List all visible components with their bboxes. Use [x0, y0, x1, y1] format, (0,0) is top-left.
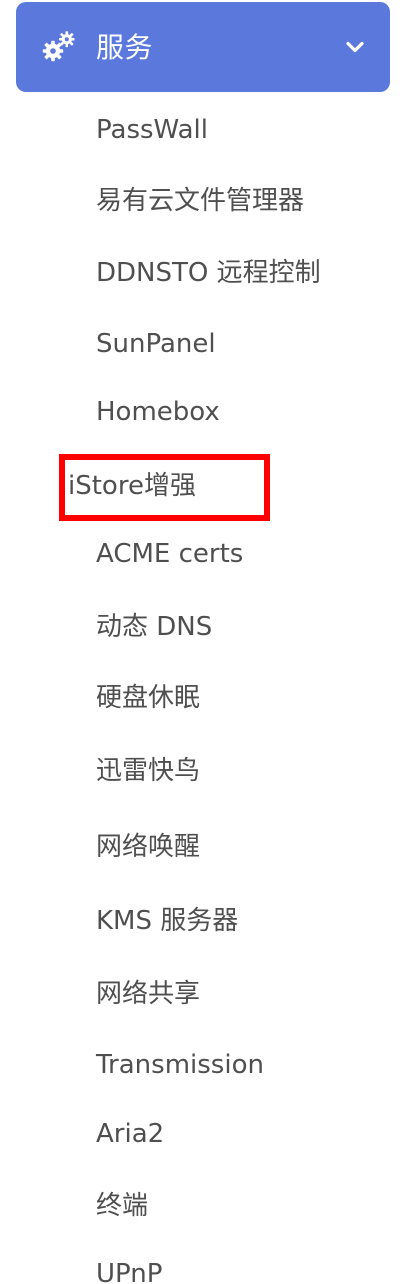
- menu-item-terminal[interactable]: 终端: [96, 1181, 148, 1231]
- menu-item-dynamic-dns[interactable]: 动态 DNS: [96, 602, 212, 652]
- menu-item-sunpanel[interactable]: SunPanel: [96, 319, 216, 369]
- menu-item-homebox[interactable]: Homebox: [96, 387, 220, 437]
- services-submenu: PassWall 易有云文件管理器 DDNSTO 远程控制 SunPanel H…: [0, 0, 406, 1284]
- menu-item-transmission[interactable]: Transmission: [96, 1040, 264, 1090]
- menu-item-thunder-accelerator[interactable]: 迅雷快鸟: [96, 746, 200, 796]
- menu-item-kms-server[interactable]: KMS 服务器: [96, 896, 238, 946]
- services-menu-panel: 服务 PassWall 易有云文件管理器 DDNSTO 远程控制 SunPane…: [0, 0, 406, 1284]
- menu-item-acme-certs[interactable]: ACME certs: [96, 529, 243, 579]
- menu-item-passwall[interactable]: PassWall: [96, 105, 208, 155]
- menu-item-network-share[interactable]: 网络共享: [96, 969, 200, 1019]
- menu-item-aria2[interactable]: Aria2: [96, 1109, 164, 1159]
- menu-item-upnp[interactable]: UPnP: [96, 1249, 162, 1284]
- menu-item-ddnsto-remote-control[interactable]: DDNSTO 远程控制: [96, 248, 321, 298]
- menu-item-file-manager[interactable]: 易有云文件管理器: [96, 176, 304, 226]
- menu-item-wake-on-lan[interactable]: 网络唤醒: [96, 822, 200, 872]
- menu-item-istore-enhance[interactable]: iStore增强: [68, 461, 196, 511]
- menu-item-disk-sleep[interactable]: 硬盘休眠: [96, 673, 200, 723]
